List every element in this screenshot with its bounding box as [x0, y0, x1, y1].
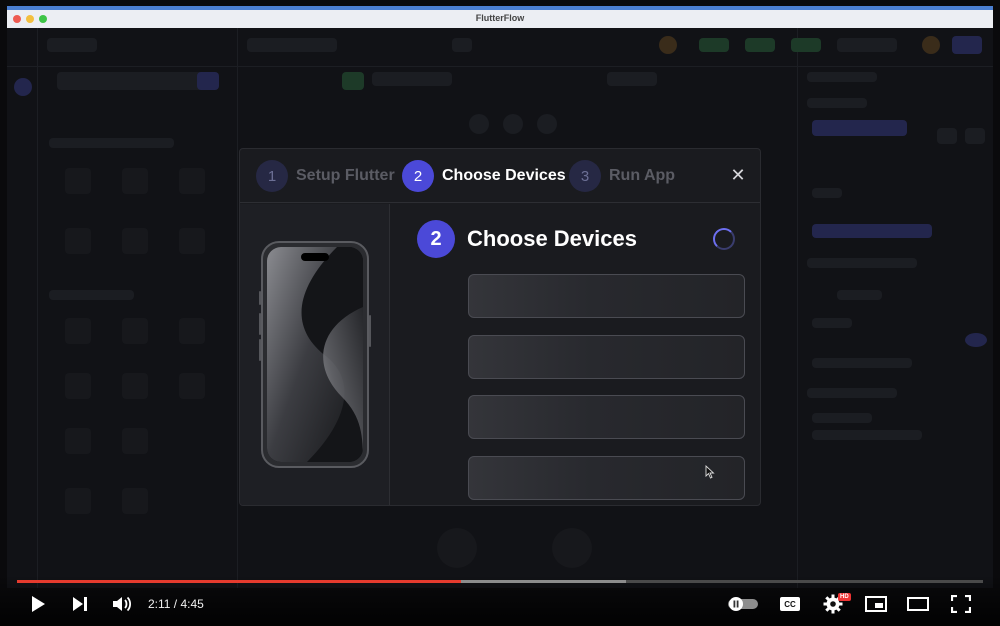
- theater-mode-button[interactable]: [906, 594, 930, 614]
- skip-next-icon: [73, 597, 87, 611]
- loading-spinner-icon: [713, 228, 735, 250]
- fullscreen-button[interactable]: [949, 594, 973, 614]
- device-option-placeholder[interactable]: [468, 395, 745, 439]
- video-player-controls: 2:11 / 4:45 CC HD: [0, 575, 1000, 626]
- progress-bar[interactable]: [17, 580, 983, 583]
- window-title: FlutterFlow: [475, 13, 525, 23]
- phone-wallpaper: [267, 247, 363, 462]
- step-number: 2: [402, 160, 434, 192]
- played-bar: [17, 580, 462, 583]
- time-display: 2:11 / 4:45: [148, 597, 204, 611]
- play-icon: [32, 596, 45, 612]
- device-option-placeholder[interactable]: [468, 335, 745, 379]
- autoplay-toggle[interactable]: [728, 594, 758, 614]
- mouse-cursor-icon: [705, 465, 715, 479]
- step-label: Run App: [609, 167, 676, 184]
- device-option-placeholder[interactable]: [468, 456, 745, 500]
- stepper-header: 1 Setup Flutter 2 Choose Devices 3 Run A…: [240, 149, 760, 203]
- autoplay-toggle-icon: [728, 597, 758, 611]
- device-option-placeholder[interactable]: [468, 274, 745, 318]
- step-number: 3: [569, 160, 601, 192]
- theater-icon: [907, 597, 929, 611]
- hd-badge: HD: [838, 593, 851, 601]
- run-app-dialog: 1 Setup Flutter 2 Choose Devices 3 Run A…: [239, 148, 761, 506]
- choose-devices-pane: 2 Choose Devices: [391, 204, 760, 505]
- window-titlebar: FlutterFlow: [7, 6, 993, 28]
- captions-button[interactable]: CC: [779, 594, 801, 614]
- heading-step-number: 2: [417, 220, 455, 258]
- close-dialog-button[interactable]: ✕: [728, 165, 748, 185]
- step-label: Setup Flutter: [296, 167, 395, 184]
- section-heading: 2 Choose Devices: [417, 220, 637, 258]
- miniplayer-icon: [865, 596, 887, 612]
- miniplayer-button[interactable]: [864, 594, 888, 614]
- volume-icon: [113, 596, 132, 612]
- fullscreen-icon: [951, 595, 971, 613]
- next-button[interactable]: [70, 594, 90, 614]
- device-preview-pane: [240, 204, 390, 505]
- heading-title: Choose Devices: [467, 226, 637, 251]
- step-setup-flutter[interactable]: 1 Setup Flutter: [256, 159, 395, 193]
- step-number: 1: [256, 160, 288, 192]
- dynamic-island: [301, 253, 329, 261]
- phone-illustration: [259, 241, 371, 468]
- step-label: Choose Devices: [442, 167, 566, 184]
- step-choose-devices[interactable]: 2 Choose Devices: [402, 159, 566, 193]
- cc-icon: CC: [780, 597, 800, 611]
- step-run-app[interactable]: 3 Run App: [569, 159, 675, 193]
- mute-button[interactable]: [111, 594, 133, 614]
- video-frame[interactable]: FlutterFlow 1 Setup Flutter 2 Choose Dev…: [0, 0, 1000, 626]
- play-button[interactable]: [28, 594, 48, 614]
